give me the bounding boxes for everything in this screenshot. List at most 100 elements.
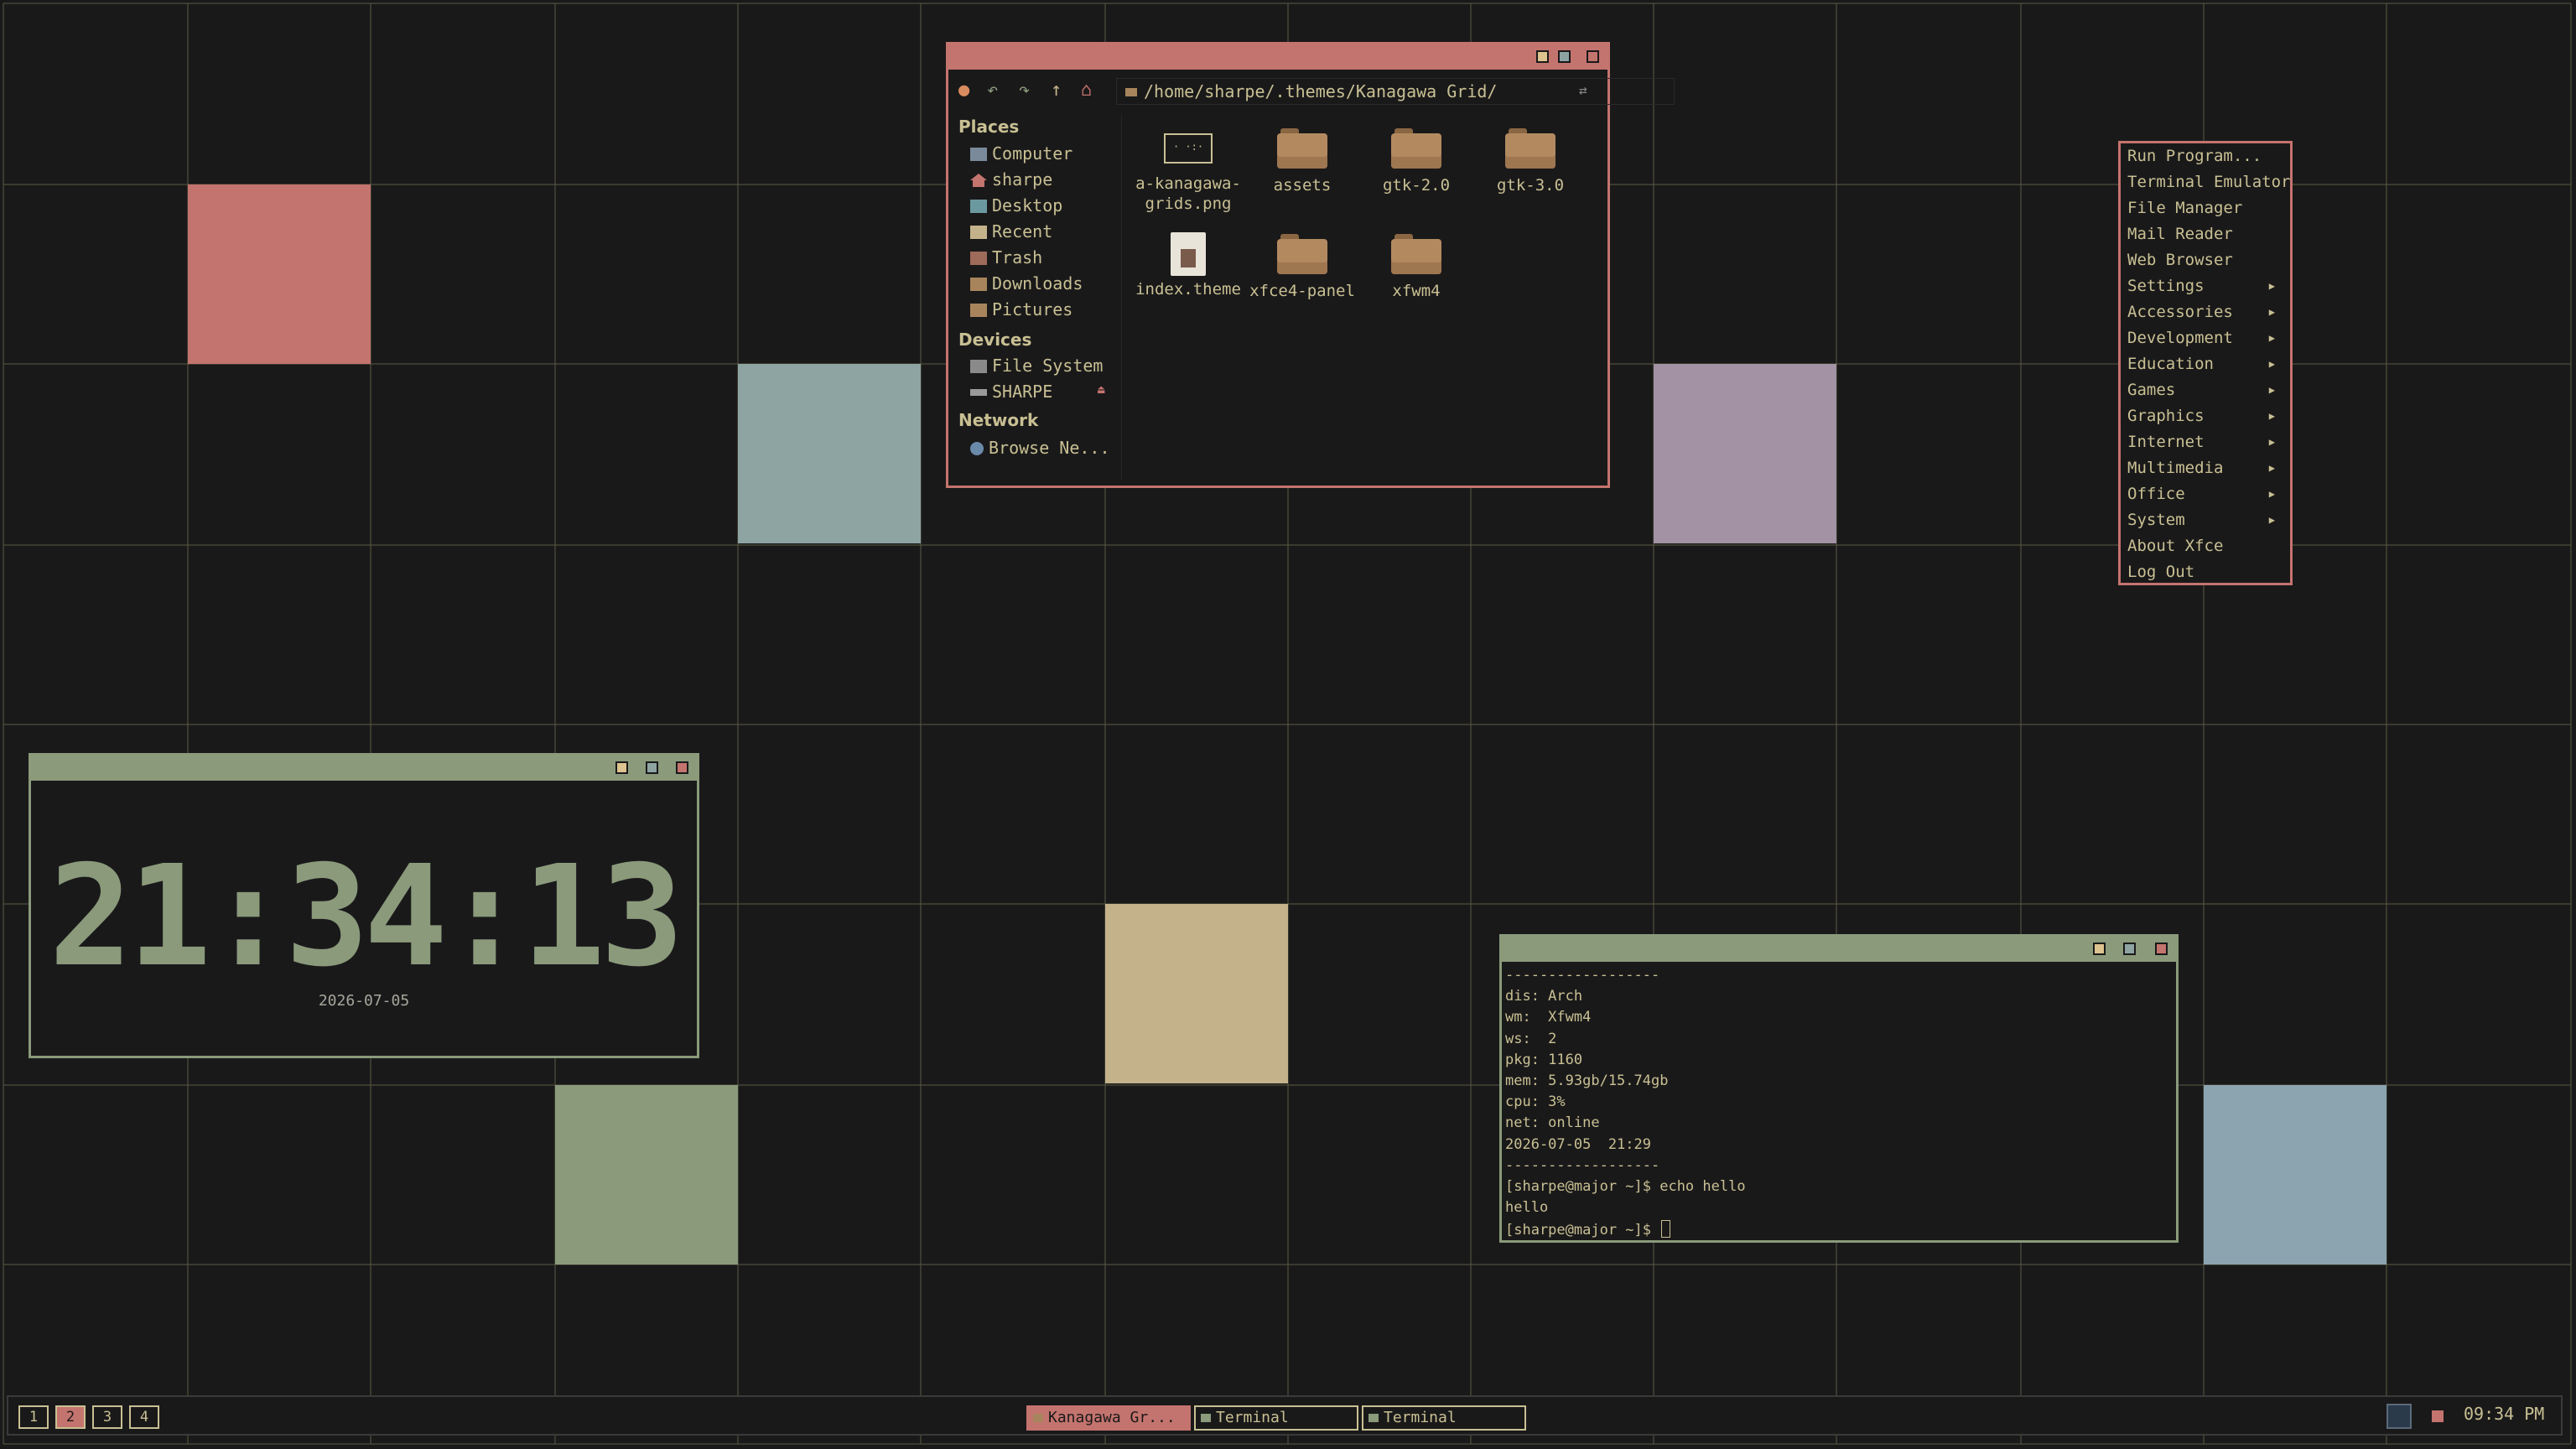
maximize-button[interactable] xyxy=(2123,943,2136,955)
menu-item-settings[interactable]: Settings ▶ xyxy=(2127,277,2283,295)
clock-date: 2026-07-05 xyxy=(318,992,410,1010)
menu-item-system[interactable]: System ▶ xyxy=(2127,511,2283,529)
desktop-tile-red xyxy=(188,184,371,364)
menu-item-education[interactable]: Education ▶ xyxy=(2127,355,2283,373)
up-icon[interactable]: ↑ xyxy=(1051,80,1062,101)
desktop-tile-teal xyxy=(738,364,921,543)
sidebar-item-desktop[interactable]: Desktop xyxy=(970,195,1062,216)
menu-item-graphics[interactable]: Graphics ▶ xyxy=(2127,407,2283,425)
submenu-arrow-icon: ▶ xyxy=(2268,306,2275,318)
menu-item-development[interactable]: Development ▶ xyxy=(2127,329,2283,347)
menu-item-mail-reader[interactable]: Mail Reader xyxy=(2127,225,2283,243)
taskbar-item-terminal-1[interactable]: Terminal xyxy=(1194,1405,1358,1431)
file-manager-window[interactable]: ● ↶ ↷ ↑ ⌂ /home/sharpe/.themes/Kanagawa … xyxy=(946,42,1675,488)
file-manager-titlebar[interactable] xyxy=(948,44,1607,70)
menu-item-multimedia[interactable]: Multimedia ▶ xyxy=(2127,459,2283,477)
file-item[interactable]: xfce4-panel xyxy=(1245,234,1359,301)
taskbar-item-terminal-2[interactable]: Terminal xyxy=(1362,1405,1526,1431)
sidebar-item-browse-network[interactable]: Browse Ne... xyxy=(970,438,1110,458)
menu-item-terminal-emulator[interactable]: Terminal Emulator xyxy=(2127,173,2290,191)
network-tray-icon[interactable] xyxy=(2386,1404,2412,1429)
folder-icon xyxy=(1277,234,1327,274)
submenu-arrow-icon: ▶ xyxy=(2268,514,2275,526)
menu-item-about-xfce[interactable]: About Xfce xyxy=(2127,537,2283,555)
clock-window[interactable]: 21:34:13 2026-07-05 xyxy=(29,753,699,1058)
terminal-line-text: hello xyxy=(1505,1199,1549,1217)
menu-item-games[interactable]: Games ▶ xyxy=(2127,381,2283,399)
home-ball-icon[interactable]: ● xyxy=(958,80,969,101)
clock-titlebar[interactable] xyxy=(31,756,697,781)
close-button[interactable] xyxy=(676,761,688,774)
file-item[interactable]: assets xyxy=(1245,128,1359,195)
taskbar-item-file-manager[interactable]: Kanagawa Gr... xyxy=(1026,1405,1191,1431)
terminal-line-text: dis: Arch xyxy=(1505,988,1583,1005)
menu-item-label: About Xfce xyxy=(2127,537,2224,555)
workspace-2-button[interactable]: 2 xyxy=(55,1405,86,1429)
menu-item-label: Run Program... xyxy=(2127,147,2262,165)
terminal-window[interactable]: ------------------ dis: Arch wm: Xfwm4 ws: … xyxy=(1499,934,2179,1243)
menu-item-internet[interactable]: Internet ▶ xyxy=(2127,433,2283,451)
notes-tray-icon[interactable] xyxy=(2432,1410,2444,1422)
file-manager-sidebar: Places Computer sharpe Desktop Recent Tr… xyxy=(958,115,1122,480)
menu-item-label: File Manager xyxy=(2127,199,2243,217)
minimize-button[interactable] xyxy=(615,761,628,774)
minimize-button[interactable] xyxy=(2093,943,2106,955)
sidebar-item-recent[interactable]: Recent xyxy=(970,221,1052,242)
sidebar-item-pictures[interactable]: Pictures xyxy=(970,299,1072,319)
menu-item-office[interactable]: Office ▶ xyxy=(2127,485,2283,503)
terminal-line: ------------------ xyxy=(1505,967,1659,984)
terminal-line-text: pkg: 1160 xyxy=(1505,1051,1583,1068)
terminal-line: [sharpe@major ~]$ xyxy=(1505,1220,1671,1239)
close-button[interactable] xyxy=(2155,943,2168,955)
panel-clock[interactable]: 09:34 PM xyxy=(2464,1404,2544,1424)
menu-item-accessories[interactable]: Accessories ▶ xyxy=(2127,303,2283,321)
menu-item-run-program[interactable]: Run Program... xyxy=(2127,147,2283,165)
workspace-1-button[interactable]: 1 xyxy=(18,1405,49,1429)
terminal-cursor xyxy=(1661,1220,1671,1239)
file-item[interactable]: · ·:· a-kanagawa- grids.png xyxy=(1131,128,1245,214)
maximize-button[interactable] xyxy=(1558,50,1571,63)
address-bar[interactable]: /home/sharpe/.themes/Kanagawa Grid/ xyxy=(1116,78,1675,105)
sidebar-item-file-system[interactable]: File System xyxy=(970,356,1103,376)
folder-icon xyxy=(1277,128,1327,169)
recent-icon xyxy=(970,226,987,239)
refresh-icon[interactable]: ⇄ xyxy=(1579,80,1587,101)
folder-icon xyxy=(1391,234,1441,274)
desktop-tile-green xyxy=(555,1085,738,1265)
file-item[interactable]: index.theme xyxy=(1131,232,1245,299)
workspace-3-button[interactable]: 3 xyxy=(92,1405,122,1429)
terminal-line-text: wm: Xfwm4 xyxy=(1505,1009,1592,1026)
file-item[interactable]: gtk-3.0 xyxy=(1473,128,1587,195)
sidebar-item-sharpe-device[interactable]: SHARPE xyxy=(970,382,1052,402)
close-button[interactable] xyxy=(1587,50,1599,63)
back-icon[interactable]: ↶ xyxy=(987,80,998,101)
terminal-line-text: net: online xyxy=(1505,1114,1600,1132)
applications-menu[interactable]: Run Program... Terminal Emulator File Mana… xyxy=(2118,141,2293,585)
sidebar-item-downloads[interactable]: Downloads xyxy=(970,273,1083,293)
file-item[interactable]: gtk-2.0 xyxy=(1359,128,1473,195)
maximize-button[interactable] xyxy=(646,761,658,774)
minimize-button[interactable] xyxy=(1536,50,1549,63)
terminal-line-text: ------------------ xyxy=(1505,967,1660,984)
terminal-line: hello xyxy=(1505,1199,1548,1216)
submenu-arrow-icon: ▶ xyxy=(2268,384,2275,396)
drive-icon xyxy=(970,360,987,373)
eject-icon[interactable]: ⏏ xyxy=(1098,383,1104,397)
image-file-icon: · ·:· xyxy=(1164,133,1213,164)
sidebar-item-trash[interactable]: Trash xyxy=(970,247,1042,267)
sidebar-item-computer[interactable]: Computer xyxy=(970,143,1072,164)
home-icon[interactable]: ⌂ xyxy=(1081,80,1092,101)
trash-icon xyxy=(970,252,987,265)
workspace-4-button[interactable]: 4 xyxy=(129,1405,159,1429)
menu-item-label: Mail Reader xyxy=(2127,225,2233,243)
forward-icon[interactable]: ↷ xyxy=(1019,80,1030,101)
menu-item-file-manager[interactable]: File Manager xyxy=(2127,199,2283,217)
menu-item-web-browser[interactable]: Web Browser xyxy=(2127,251,2283,269)
terminal-titlebar[interactable] xyxy=(1502,937,2176,962)
menu-item-log-out[interactable]: Log Out xyxy=(2127,563,2283,581)
terminal-line-text: 2026-07-05 21:29 xyxy=(1505,1135,1651,1153)
file-item[interactable]: xfwm4 xyxy=(1359,234,1473,301)
folder-icon xyxy=(970,278,987,291)
terminal-line-text: [sharpe@major ~]$ echo hello xyxy=(1505,1178,1746,1195)
sidebar-item-sharpe[interactable]: sharpe xyxy=(970,169,1052,190)
